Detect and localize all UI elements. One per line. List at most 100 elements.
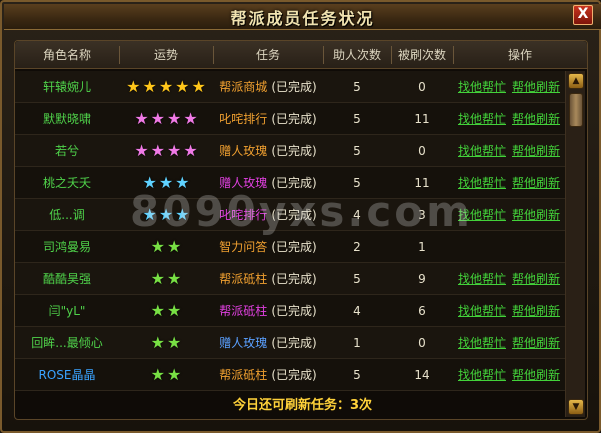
help-refresh-link[interactable]: 帮他刷新 bbox=[512, 112, 560, 126]
task-cell: 赠人玫瑰 (已完成) bbox=[213, 167, 323, 199]
task-status: (已完成) bbox=[271, 304, 317, 318]
table-row: 桃之夭夭 ★ ★ ★ 赠人玫瑰 (已完成) 5 11 找他帮忙 帮他刷新 bbox=[15, 167, 565, 199]
fortune-stars: ★ ★ bbox=[119, 263, 213, 295]
help-refresh-link[interactable]: 帮他刷新 bbox=[512, 304, 560, 318]
member-name: 回眸...最倾心 bbox=[31, 336, 103, 350]
task-cell: 赠人玫瑰 (已完成) bbox=[213, 135, 323, 167]
star-icon: ★ bbox=[158, 205, 174, 224]
star-icon: ★ bbox=[183, 109, 198, 128]
ask-help-link[interactable]: 找他帮忙 bbox=[458, 144, 506, 158]
help-refresh-link[interactable]: 帮他刷新 bbox=[512, 176, 560, 190]
header-help-count: 助人次数 bbox=[332, 48, 381, 62]
member-name: 默默晓啸 bbox=[42, 112, 91, 126]
member-name: 低...调 bbox=[49, 208, 85, 222]
fortune-stars: ★ ★ bbox=[119, 359, 213, 391]
ask-help-link[interactable]: 找他帮忙 bbox=[458, 80, 506, 94]
help-refresh-link[interactable]: 帮他刷新 bbox=[512, 80, 560, 94]
task-name: 赠人玫瑰 bbox=[219, 336, 268, 350]
fortune-stars: ★ ★ ★ ★ bbox=[119, 135, 213, 167]
star-icon: ★ bbox=[150, 301, 165, 320]
star-icon: ★ bbox=[126, 77, 141, 96]
help-count: 5 bbox=[353, 80, 361, 94]
star-icon: ★ bbox=[167, 365, 182, 384]
header-role-name: 角色名称 bbox=[42, 48, 91, 62]
scroll-thumb[interactable] bbox=[569, 93, 583, 127]
header-actions: 操作 bbox=[507, 48, 532, 62]
table-row: 轩辕婉儿 ★ ★ ★ ★ ★ 帮派商城 (已完成) 5 0 找他帮忙 帮他刷新 bbox=[15, 71, 565, 103]
table-row: ROSE晶晶 ★ ★ 帮派砥柱 (已完成) 5 14 找他帮忙 帮他刷新 bbox=[15, 359, 565, 391]
header-fortune: 运势 bbox=[153, 48, 178, 62]
refresh-count: 11 bbox=[414, 176, 430, 190]
star-icon: ★ bbox=[175, 205, 190, 224]
ask-help-link[interactable]: 找他帮忙 bbox=[458, 368, 506, 382]
table-row: 低...调 ★ ★ ★ 叱咤排行 (已完成) 4 3 找他帮忙 帮他刷新 bbox=[15, 199, 565, 231]
task-cell: 帮派砥柱 (已完成) bbox=[213, 359, 323, 391]
star-icon: ★ bbox=[167, 301, 182, 320]
task-status: (已完成) bbox=[271, 368, 317, 382]
task-cell: 叱咤排行 (已完成) bbox=[213, 199, 323, 231]
star-icon: ★ bbox=[183, 141, 198, 160]
ask-help-link[interactable]: 找他帮忙 bbox=[458, 272, 506, 286]
action-links: 找他帮忙 帮他刷新 bbox=[453, 199, 565, 231]
action-links: 找他帮忙 帮他刷新 bbox=[453, 295, 565, 327]
task-status: (已完成) bbox=[271, 80, 317, 94]
action-links: 找他帮忙 帮他刷新 bbox=[453, 327, 565, 359]
member-table-panel: 角色名称 运势 任务 助人次数 被刷次数 操作 轩辕婉儿 ★ ★ ★ ★ ★ 帮派商城 (已完… bbox=[14, 40, 588, 420]
task-name: 叱咤排行 bbox=[219, 112, 268, 126]
fortune-stars: ★ ★ bbox=[119, 295, 213, 327]
task-status: (已完成) bbox=[271, 176, 317, 190]
action-links: 找他帮忙 帮他刷新 bbox=[453, 71, 565, 103]
task-name: 赠人玫瑰 bbox=[219, 144, 268, 158]
member-name: 司鸿曼易 bbox=[42, 240, 91, 254]
help-refresh-link[interactable]: 帮他刷新 bbox=[512, 336, 560, 350]
member-name: ROSE晶晶 bbox=[38, 368, 96, 382]
help-refresh-link[interactable]: 帮他刷新 bbox=[512, 368, 560, 382]
task-status: (已完成) bbox=[271, 240, 317, 254]
star-icon: ★ bbox=[167, 269, 182, 288]
help-count: 4 bbox=[353, 304, 361, 318]
table-row: 闫"yL" ★ ★ 帮派砥柱 (已完成) 4 6 找他帮忙 帮他刷新 bbox=[15, 295, 565, 327]
refresh-count: 11 bbox=[414, 112, 430, 126]
star-icon: ★ bbox=[167, 333, 182, 352]
refresh-count: 9 bbox=[418, 272, 426, 286]
refresh-count: 1 bbox=[418, 240, 426, 254]
fortune-stars: ★ ★ ★ ★ ★ bbox=[119, 71, 213, 103]
star-icon: ★ bbox=[134, 141, 149, 160]
table-header: 角色名称 运势 任务 助人次数 被刷次数 操作 bbox=[15, 41, 587, 69]
ask-help-link[interactable]: 找他帮忙 bbox=[458, 304, 506, 318]
member-name: 闫"yL" bbox=[48, 304, 86, 318]
ask-help-link[interactable]: 找他帮忙 bbox=[458, 176, 506, 190]
star-icon: ★ bbox=[142, 173, 157, 192]
window-title: 帮派成员任务状况 bbox=[230, 9, 375, 28]
fortune-stars: ★ ★ ★ bbox=[119, 199, 213, 231]
help-count: 2 bbox=[353, 240, 361, 254]
refresh-count: 14 bbox=[414, 368, 430, 382]
help-count: 4 bbox=[353, 208, 361, 222]
ask-help-link[interactable]: 找他帮忙 bbox=[458, 208, 506, 222]
task-status: (已完成) bbox=[271, 208, 317, 222]
table-row: 酷酷昊强 ★ ★ 帮派砥柱 (已完成) 5 9 找他帮忙 帮他刷新 bbox=[15, 263, 565, 295]
help-refresh-link[interactable]: 帮他刷新 bbox=[512, 144, 560, 158]
fortune-stars: ★ ★ ★ bbox=[119, 167, 213, 199]
task-name: 帮派商城 bbox=[219, 80, 268, 94]
ask-help-link[interactable]: 找他帮忙 bbox=[458, 336, 506, 350]
refresh-count: 0 bbox=[418, 80, 426, 94]
task-cell: 智力问答 (已完成) bbox=[213, 231, 323, 263]
fortune-stars: ★ ★ ★ ★ bbox=[119, 103, 213, 135]
fortune-stars: ★ ★ bbox=[119, 327, 213, 359]
star-icon: ★ bbox=[150, 109, 165, 128]
action-links: 找他帮忙 帮他刷新 bbox=[453, 167, 565, 199]
star-icon: ★ bbox=[150, 269, 165, 288]
scroll-up-icon[interactable]: ▲ bbox=[568, 73, 584, 89]
help-refresh-link[interactable]: 帮他刷新 bbox=[512, 272, 560, 286]
close-button[interactable]: X bbox=[573, 5, 593, 25]
help-refresh-link[interactable]: 帮他刷新 bbox=[512, 208, 560, 222]
star-icon: ★ bbox=[167, 237, 182, 256]
table-row: 司鸿曼易 ★ ★ 智力问答 (已完成) 2 1 bbox=[15, 231, 565, 263]
help-count: 1 bbox=[353, 336, 361, 350]
ask-help-link[interactable]: 找他帮忙 bbox=[458, 112, 506, 126]
help-count: 5 bbox=[353, 144, 361, 158]
task-name: 帮派砥柱 bbox=[219, 304, 268, 318]
task-name: 帮派砥柱 bbox=[219, 368, 268, 382]
scrollbar[interactable]: ▲ ▼ bbox=[565, 71, 585, 417]
